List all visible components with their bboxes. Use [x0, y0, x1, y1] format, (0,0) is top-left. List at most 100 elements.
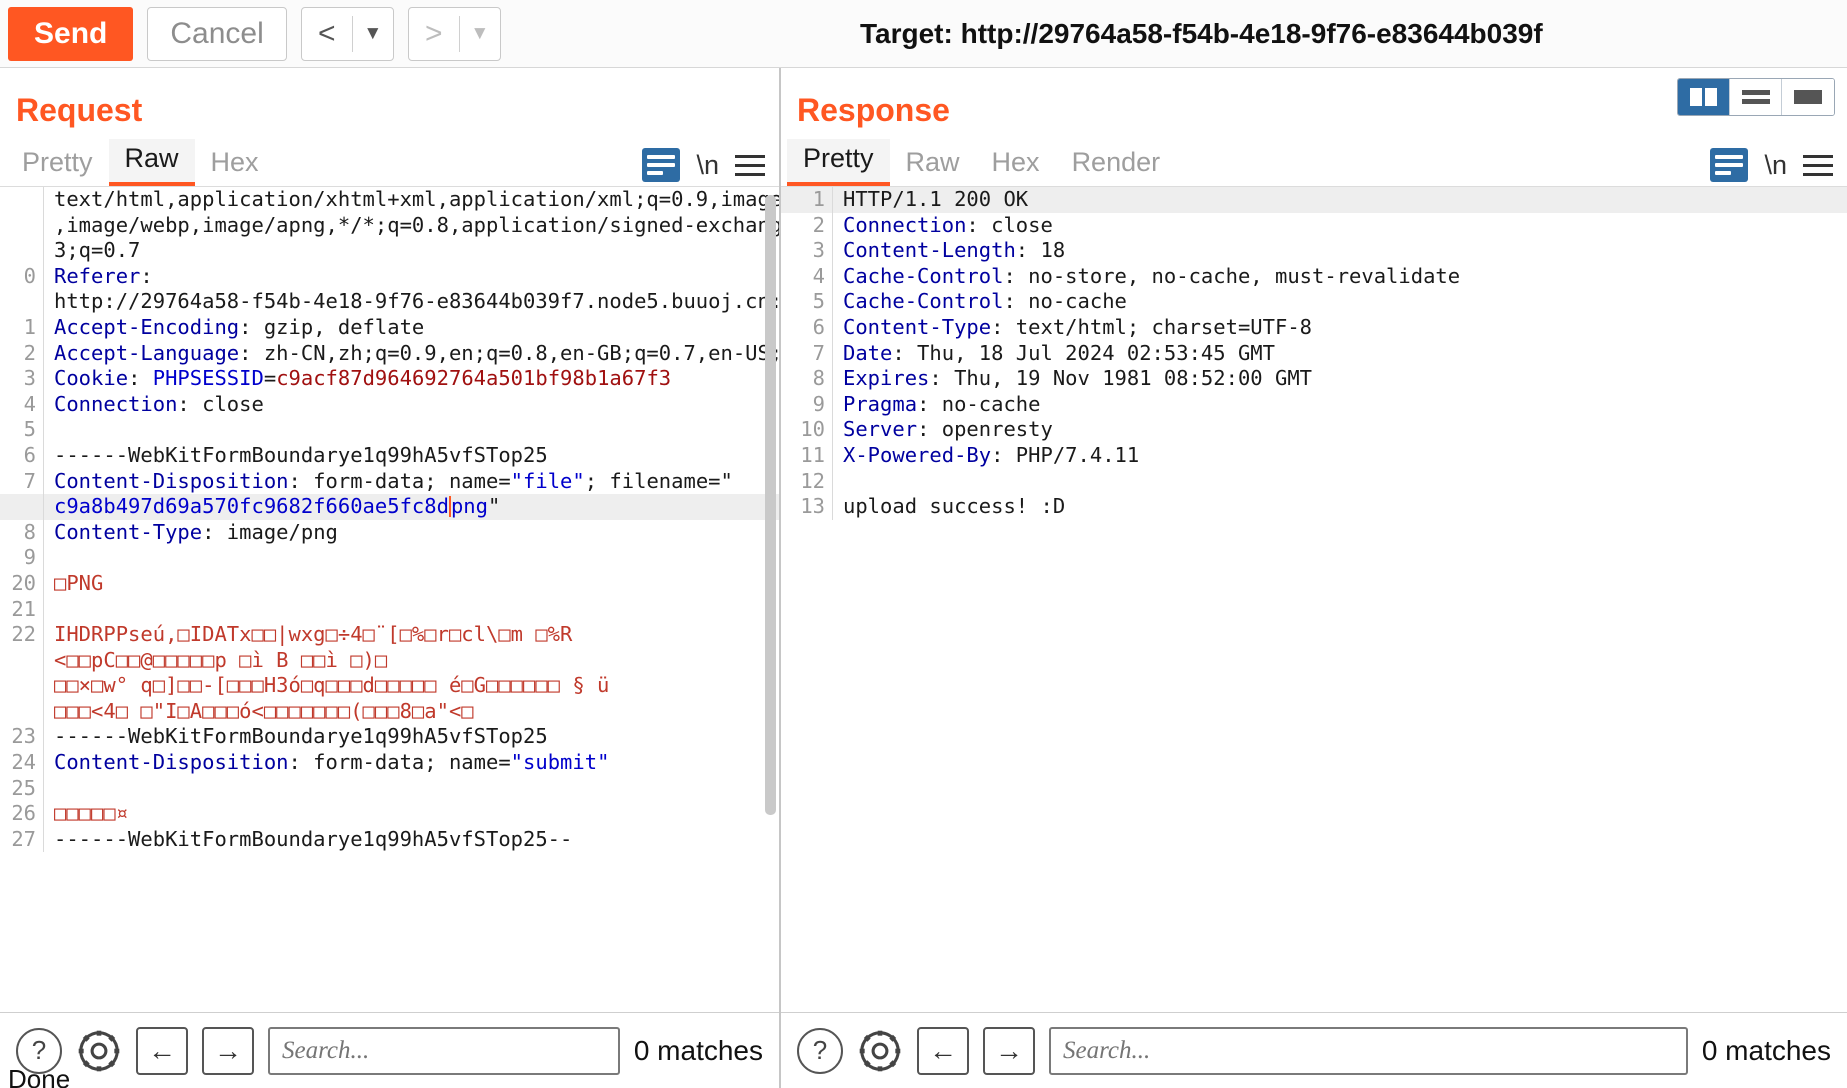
history-forward-icon[interactable]: > [409, 8, 459, 60]
line-text: Connection: close [843, 212, 1053, 237]
response-menu-icon[interactable] [1803, 154, 1833, 176]
response-tab-hex[interactable]: Hex [976, 143, 1056, 186]
history-back-icon[interactable]: < [302, 8, 352, 60]
request-scrollbar[interactable] [765, 195, 776, 815]
line-number: 0 [0, 263, 44, 290]
line-text: Cache-Control: no-store, no-cache, must-… [843, 263, 1461, 288]
line-text: Cookie: PHPSESSID=c9acf87d964692764a501b… [54, 366, 672, 391]
line-text: □□□□□¤ [54, 801, 129, 826]
show-newlines-icon[interactable]: \n [1764, 150, 1787, 181]
line-number [0, 238, 44, 264]
line-number: 8 [0, 519, 44, 546]
line-text: Server: openresty [843, 417, 1053, 442]
code-line: □□□<4□ □"I□A□□□ó<□□□□□□□(□□□8□a"<□ [0, 698, 779, 725]
response-tab-render[interactable]: Render [1056, 143, 1177, 186]
line-text: Cache-Control: no-cache [843, 289, 1127, 314]
line-number: 26 [0, 801, 44, 827]
line-text: Content-Disposition: form-data; name="su… [54, 750, 610, 775]
line-text: ------WebKitFormBoundarye1q99hA5vfSTop25 [54, 724, 548, 749]
single-view-icon[interactable] [1782, 79, 1834, 115]
line-text: ------WebKitFormBoundarye1q99hA5vfSTop25… [54, 826, 573, 851]
word-wrap-icon[interactable] [1710, 148, 1749, 182]
response-match-count: 0 matches [1701, 1034, 1831, 1066]
request-pane: Request Pretty Raw Hex \n text/html,appl… [0, 68, 781, 1088]
request-tab-hex[interactable]: Hex [195, 143, 275, 186]
send-button[interactable]: Send [8, 6, 134, 61]
line-text: HTTP/1.1 200 OK [843, 187, 1029, 211]
line-text: Content-Disposition: form-data; name="fi… [54, 468, 733, 493]
line-number: 1 [0, 314, 44, 341]
line-number: 25 [0, 775, 44, 802]
line-number: 22 [0, 622, 44, 648]
response-tab-raw[interactable]: Raw [890, 143, 976, 186]
word-wrap-icon[interactable] [642, 148, 681, 182]
line-number: 3 [781, 238, 833, 264]
line-text: Accept-Language: zh-CN,zh;q=0.9,en;q=0.8… [54, 340, 779, 365]
response-tab-pretty[interactable]: Pretty [787, 139, 890, 186]
request-code-area[interactable]: text/html,application/xhtml+xml,applicat… [0, 187, 779, 1012]
line-text: text/html,application/xhtml+xml,applicat… [54, 187, 779, 211]
line-text: □□×□w° q□]□□-[□□□H3ó□q□□□d□□□□□ é□G□□□□□… [54, 673, 610, 698]
history-back-chevron-down-icon[interactable]: ▼ [353, 8, 393, 60]
line-text: Connection: close [54, 391, 264, 416]
request-title: Request [16, 92, 143, 128]
request-tab-tools: \n [642, 148, 779, 186]
response-tab-tools: \n [1710, 148, 1847, 186]
line-number: 2 [0, 340, 44, 367]
show-newlines-icon[interactable]: \n [696, 150, 719, 181]
line-number: 12 [781, 468, 833, 495]
line-number: 11 [781, 442, 833, 469]
history-forward-group: > ▼ [407, 6, 501, 61]
split-horizontal-view-icon[interactable] [1730, 79, 1782, 115]
line-number: 5 [0, 417, 44, 443]
code-line: 10 Server: openresty [781, 417, 1847, 443]
code-line: 9 Pragma: no-cache [781, 391, 1847, 418]
line-number: 7 [781, 340, 833, 367]
status-bar: Done [8, 1064, 71, 1088]
line-number: 27 [0, 826, 44, 853]
code-line: 4 Cache-Control: no-store, no-cache, must… [781, 263, 1847, 290]
code-line: 25 [0, 775, 779, 802]
request-tabrow: Pretty Raw Hex \n [0, 139, 779, 187]
line-number: 6 [781, 314, 833, 341]
repeater-toolbar: Send Cancel < ▼ > ▼ Target: http://29764… [0, 0, 1847, 68]
response-code-area[interactable]: 1 HTTP/1.1 200 OK 2 Connection: close 3 Conte… [781, 187, 1847, 1012]
line-text: c9a8b497d69a570fc9682f660ae5fc8dpng" [54, 494, 501, 519]
line-text [44, 776, 54, 802]
request-menu-icon[interactable] [735, 154, 765, 176]
response-tabrow: Pretty Raw Hex Render \n [781, 139, 1847, 187]
code-line: 13 upload success! :D [781, 494, 1847, 520]
code-line: 11 X-Powered-By: PHP/7.4.11 [781, 442, 1847, 469]
line-text [44, 417, 54, 443]
split-vertical-view-icon[interactable] [1678, 79, 1730, 115]
line-text: □□□<4□ □"I□A□□□ó<□□□□□□□(□□□8□a"<□ [54, 698, 474, 723]
code-line: 3;q=0.7 [0, 238, 779, 264]
line-text: Date: Thu, 18 Jul 2024 02:53:45 GMT [843, 340, 1275, 365]
line-number: 9 [781, 391, 833, 418]
target-label: Target: http://29764a58-f54b-4e18-9f76-e… [860, 17, 1543, 49]
request-lines: text/html,application/xhtml+xml,applicat… [0, 187, 779, 853]
code-line: 8 Expires: Thu, 19 Nov 1981 08:52:00 GMT [781, 366, 1847, 392]
line-number: 23 [0, 724, 44, 751]
line-number: 5 [781, 289, 833, 315]
code-line: <□□pC□□@□□□□□p □ì B □□ì □)□ [0, 647, 779, 674]
request-tab-pretty[interactable]: Pretty [6, 143, 109, 186]
line-text: Referer: [54, 263, 166, 288]
line-number [0, 494, 44, 520]
code-line: 5 Cache-Control: no-cache [781, 289, 1847, 315]
line-text: Expires: Thu, 19 Nov 1981 08:52:00 GMT [843, 366, 1313, 391]
line-number: 3 [0, 366, 44, 392]
line-text: 3;q=0.7 [54, 238, 141, 263]
code-line: 8 Content-Type: image/png [0, 519, 779, 546]
line-text: X-Powered-By: PHP/7.4.11 [843, 442, 1140, 467]
line-text: IHDRPPseú,□IDATx□□|wxg□÷4□¨[□%□r□cl\□m □… [54, 622, 573, 647]
history-forward-chevron-down-icon[interactable]: ▼ [460, 8, 500, 60]
line-text: □PNG [54, 570, 104, 595]
editor-panes: Request Pretty Raw Hex \n text/html,appl… [0, 68, 1847, 1088]
code-line: 0 Referer: [0, 263, 779, 290]
code-line: 7 Content-Disposition: form-data; name="f… [0, 468, 779, 495]
line-text: Content-Length: 18 [843, 238, 1066, 263]
line-number [0, 647, 44, 674]
request-tab-raw[interactable]: Raw [108, 139, 195, 186]
cancel-button[interactable]: Cancel [147, 6, 287, 61]
